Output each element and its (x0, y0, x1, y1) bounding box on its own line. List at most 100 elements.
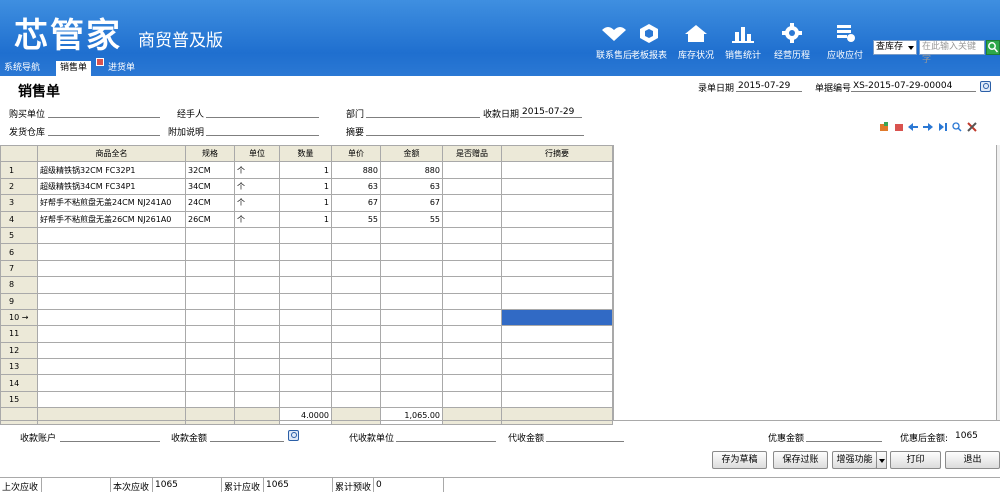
cell-gift[interactable] (442, 292, 502, 310)
cell-qty[interactable]: 1 (279, 161, 332, 179)
row-number[interactable]: 3 (0, 194, 38, 212)
cell-amount[interactable] (380, 390, 443, 409)
doc-search-icon[interactable] (980, 81, 991, 92)
row-number[interactable]: 12 (0, 341, 38, 360)
last-page-icon[interactable] (938, 122, 948, 132)
save-draft-button[interactable]: 存为草稿 (712, 451, 767, 469)
cell-unit[interactable] (234, 292, 280, 310)
cell-name[interactable]: 超级精铁锅34CM FC34P1 (37, 177, 186, 196)
cell-gift[interactable] (442, 276, 502, 294)
discount-field[interactable] (806, 430, 882, 442)
close-icon[interactable] (96, 58, 104, 66)
cell-gift[interactable] (442, 177, 502, 196)
table-row[interactable]: 14 (0, 374, 613, 392)
cell-price[interactable]: 55 (331, 210, 381, 228)
nav-inventory[interactable]: 库存状况 (670, 22, 722, 61)
cell-unit[interactable] (234, 308, 280, 327)
cell-spec[interactable] (185, 390, 235, 409)
cell-qty[interactable] (279, 390, 332, 409)
cell-name[interactable] (37, 341, 186, 360)
cell-unit[interactable] (234, 390, 280, 409)
cell-unit[interactable]: 个 (234, 177, 280, 196)
row-number[interactable]: 7 (0, 259, 38, 278)
cell-amount[interactable] (380, 276, 443, 294)
cell-row-note[interactable] (501, 194, 613, 212)
cell-price[interactable] (331, 374, 381, 392)
tools-icon[interactable] (967, 122, 977, 132)
cell-amount[interactable] (380, 292, 443, 310)
cell-qty[interactable] (279, 243, 332, 261)
cell-price[interactable]: 67 (331, 194, 381, 212)
handler-field[interactable] (206, 106, 319, 118)
cell-name[interactable] (37, 325, 186, 343)
row-number[interactable]: 4 (0, 210, 38, 228)
cell-price[interactable] (331, 325, 381, 343)
cell-name[interactable] (37, 390, 186, 409)
cell-row-note[interactable] (501, 325, 613, 343)
cell-price[interactable] (331, 276, 381, 294)
table-row[interactable]: 1 超级精铁锅32CM FC32P1 32CM 个 1 880 880 (0, 161, 613, 179)
cell-qty[interactable] (279, 341, 332, 360)
entry-date-field[interactable] (736, 80, 802, 92)
cell-row-note[interactable] (501, 292, 613, 310)
cell-name[interactable]: 超级精铁锅32CM FC32P1 (37, 161, 186, 179)
cell-unit[interactable] (234, 276, 280, 294)
cell-spec[interactable] (185, 308, 235, 327)
search-input[interactable]: 在此输入关键字 (919, 40, 985, 65)
cell-qty[interactable] (279, 226, 332, 245)
cell-row-note[interactable] (501, 243, 613, 261)
dept-field[interactable] (366, 106, 480, 118)
cell-row-note[interactable] (501, 276, 613, 294)
cell-row-note[interactable] (501, 308, 613, 327)
search-scope-select[interactable]: 查库存 (873, 40, 917, 55)
cell-price[interactable] (331, 292, 381, 310)
doc-no-field[interactable] (851, 80, 976, 92)
account-field[interactable] (60, 430, 160, 442)
cell-gift[interactable] (442, 194, 502, 212)
cell-name[interactable] (37, 308, 186, 327)
row-number[interactable]: 8 (0, 276, 38, 294)
cell-spec[interactable]: 34CM (185, 177, 235, 196)
cell-price[interactable] (331, 243, 381, 261)
cell-unit[interactable] (234, 259, 280, 278)
cell-name[interactable] (37, 358, 186, 376)
table-row[interactable]: 6 (0, 243, 613, 261)
nav-sales-stats[interactable]: 销售统计 (717, 22, 769, 61)
cell-price[interactable] (331, 358, 381, 376)
cell-gift[interactable] (442, 161, 502, 179)
cell-spec[interactable]: 32CM (185, 161, 235, 179)
enhance-button[interactable]: 增强功能 (832, 451, 877, 469)
tab-purchase-order[interactable]: 进货单 (104, 61, 139, 76)
post-button[interactable]: 保存过账 (773, 451, 828, 469)
col-header-price[interactable]: 单价 (331, 144, 381, 163)
cell-spec[interactable]: 24CM (185, 194, 235, 212)
col-header-gift[interactable]: 是否赠品 (442, 144, 502, 163)
agent-unit-field[interactable] (396, 430, 496, 442)
search-icon[interactable] (952, 122, 962, 132)
cell-spec[interactable] (185, 276, 235, 294)
cell-amount[interactable] (380, 259, 443, 278)
table-row[interactable]: 9 (0, 292, 613, 310)
col-header-spec[interactable]: 规格 (185, 144, 235, 163)
row-number[interactable]: 15 (0, 390, 38, 409)
cell-row-note[interactable] (501, 226, 613, 245)
row-number[interactable]: 14 (0, 374, 38, 392)
cell-unit[interactable] (234, 358, 280, 376)
cell-spec[interactable] (185, 226, 235, 245)
cell-amount[interactable] (380, 226, 443, 245)
warehouse-field[interactable] (48, 124, 160, 136)
cell-name[interactable] (37, 259, 186, 278)
cell-amount[interactable]: 55 (380, 210, 443, 228)
cell-amount[interactable] (380, 358, 443, 376)
cell-price[interactable] (331, 226, 381, 245)
cell-qty[interactable]: 1 (279, 177, 332, 196)
nav-history[interactable]: 经营历程 (766, 22, 818, 61)
cell-unit[interactable]: 个 (234, 161, 280, 179)
cell-unit[interactable] (234, 341, 280, 360)
row-number[interactable]: 11 (0, 325, 38, 343)
cell-spec[interactable] (185, 358, 235, 376)
row-number[interactable]: 2 (0, 177, 38, 196)
cell-unit[interactable] (234, 325, 280, 343)
arrow-left-icon[interactable] (908, 122, 918, 132)
cell-amount[interactable]: 880 (380, 161, 443, 179)
